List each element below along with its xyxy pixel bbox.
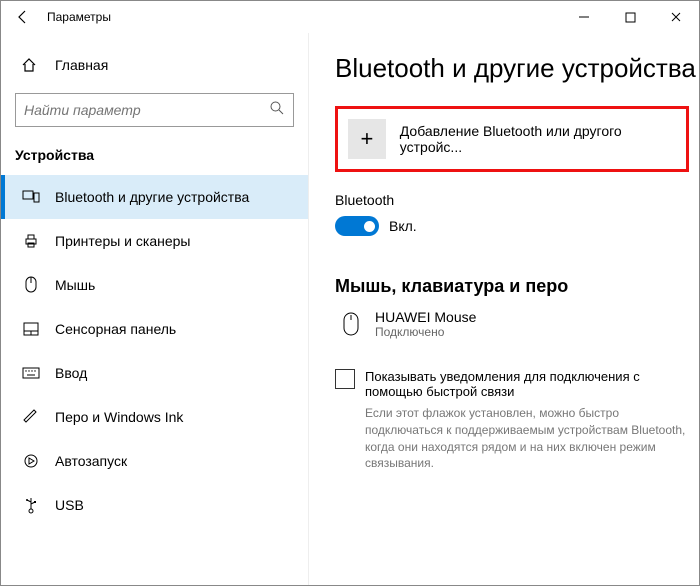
nav-printers[interactable]: Принтеры и сканеры — [1, 219, 308, 263]
nav-label: Принтеры и сканеры — [55, 233, 190, 249]
back-button[interactable] — [9, 3, 37, 31]
add-device-label: Добавление Bluetooth или другого устройс… — [400, 123, 672, 155]
device-name: HUAWEI Mouse — [375, 309, 476, 325]
home-link[interactable]: Главная — [1, 45, 308, 85]
nav-bluetooth[interactable]: Bluetooth и другие устройства — [1, 175, 308, 219]
minimize-button[interactable] — [561, 1, 607, 33]
maximize-button[interactable] — [607, 1, 653, 33]
keyboard-icon — [21, 367, 41, 379]
bluetooth-toggle-row: Вкл. — [335, 216, 689, 236]
home-icon — [21, 57, 41, 73]
device-item[interactable]: HUAWEI Mouse Подключено — [335, 309, 689, 339]
devices-icon — [21, 190, 41, 204]
nav-label: Мышь — [55, 277, 95, 293]
nav-label: Bluetooth и другие устройства — [55, 189, 249, 205]
bluetooth-state: Вкл. — [389, 218, 417, 234]
bluetooth-label: Bluetooth — [335, 192, 689, 208]
nav-label: Сенсорная панель — [55, 321, 176, 337]
nav-mouse[interactable]: Мышь — [1, 263, 308, 307]
device-status: Подключено — [375, 325, 476, 339]
home-label: Главная — [55, 57, 108, 73]
nav-typing[interactable]: Ввод — [1, 351, 308, 395]
printer-icon — [21, 233, 41, 249]
sidebar: Главная Устройства Bluetooth и другие ус… — [1, 33, 309, 585]
plus-icon: + — [348, 119, 386, 159]
usb-icon — [21, 496, 41, 514]
nav-pen[interactable]: Перо и Windows Ink — [1, 395, 308, 439]
search-box[interactable] — [15, 93, 294, 127]
swift-pair-hint: Если этот флажок установлен, можно быстр… — [335, 405, 689, 472]
nav-label: Автозапуск — [55, 453, 127, 469]
mouse-icon — [21, 276, 41, 294]
settings-window: Параметры Главная Устройства — [0, 0, 700, 586]
search-input[interactable] — [24, 102, 269, 118]
bluetooth-toggle[interactable] — [335, 216, 379, 236]
page-heading: Bluetooth и другие устройства — [335, 53, 689, 84]
swift-pair-checkbox[interactable] — [335, 369, 355, 389]
autoplay-icon — [21, 453, 41, 469]
search-icon — [269, 100, 285, 121]
titlebar: Параметры — [1, 1, 699, 33]
add-device-button[interactable]: + Добавление Bluetooth или другого устро… — [335, 106, 689, 172]
nav-touchpad[interactable]: Сенсорная панель — [1, 307, 308, 351]
pen-icon — [21, 409, 41, 425]
touchpad-icon — [21, 322, 41, 336]
section-mouse-heading: Мышь, клавиатура и перо — [335, 276, 689, 297]
close-button[interactable] — [653, 1, 699, 33]
nav-label: Перо и Windows Ink — [55, 409, 183, 425]
nav-autoplay[interactable]: Автозапуск — [1, 439, 308, 483]
window-title: Параметры — [47, 10, 111, 24]
nav-usb[interactable]: USB — [1, 483, 308, 527]
nav-list: Bluetooth и другие устройства Принтеры и… — [1, 175, 308, 527]
swift-pair-row: Показывать уведомления для подключения с… — [335, 369, 689, 399]
nav-label: Ввод — [55, 365, 87, 381]
swift-pair-label: Показывать уведомления для подключения с… — [365, 369, 689, 399]
mouse-device-icon — [337, 311, 365, 337]
nav-label: USB — [55, 497, 84, 513]
sidebar-section: Устройства — [1, 139, 308, 175]
content-pane: Bluetooth и другие устройства + Добавлен… — [309, 33, 699, 585]
